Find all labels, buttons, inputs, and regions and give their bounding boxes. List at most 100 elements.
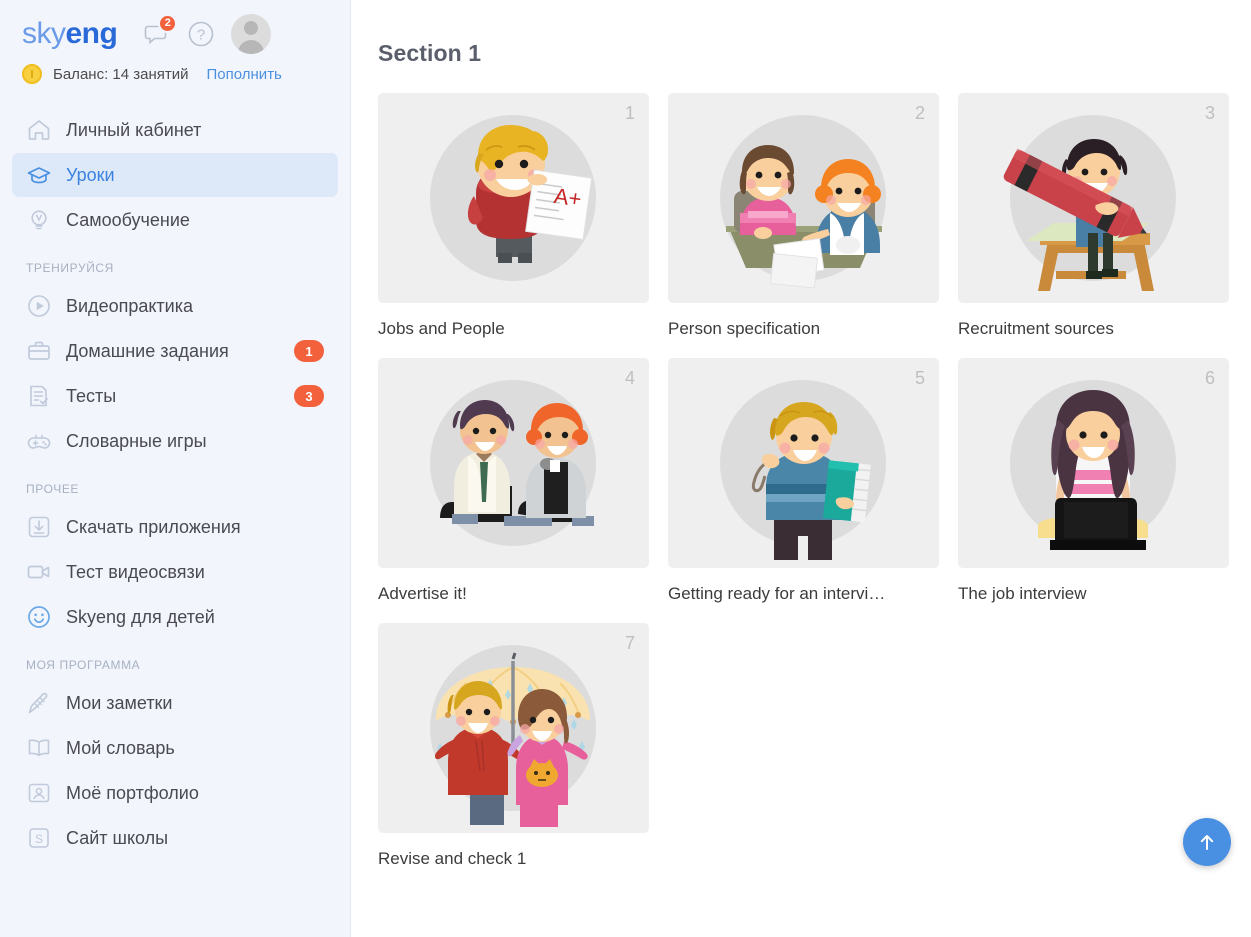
- sidebar-item-label: Мой словарь: [66, 737, 175, 758]
- lesson-card-title[interactable]: Jobs and People: [378, 319, 649, 339]
- lesson-card-number: 6: [1204, 368, 1215, 388]
- two-women-at-desk-interview-illustration: [720, 115, 886, 289]
- sidebar-item-pencil[interactable]: Мои заметки: [12, 681, 338, 725]
- sidebar-item-graduation-cap[interactable]: Уроки: [12, 153, 338, 197]
- sidebar-item-label: Словарные игры: [66, 430, 207, 451]
- sidebar-item-badge: 1: [294, 340, 324, 362]
- sidebar-item-smiley-face[interactable]: Skyeng для детей: [12, 595, 338, 639]
- coin-icon: [22, 64, 42, 84]
- svg-text:S: S: [35, 832, 43, 846]
- header-icons: 2 ?: [139, 14, 272, 54]
- sidebar-section-title: ПРОЧЕЕ: [26, 482, 80, 496]
- briefcase-icon: [26, 338, 52, 364]
- sidebar-nav: Личный кабинет Уроки Самообучение ТРЕНИРУЙС…: [0, 108, 350, 860]
- two-boys-sitting-illustration: [430, 380, 596, 546]
- scroll-to-top-button[interactable]: [1183, 818, 1231, 866]
- lesson-card-thumbnail[interactable]: 3: [958, 93, 1229, 303]
- sidebar-item-briefcase[interactable]: Домашние задания 1: [12, 329, 338, 373]
- lesson-card-title[interactable]: Advertise it!: [378, 584, 649, 604]
- sidebar-item-label: Тест видеосвязи: [66, 561, 205, 582]
- lesson-card[interactable]: 5 Getting ready for an intervi…: [668, 358, 939, 604]
- chat-icon-button[interactable]: 2: [139, 14, 178, 50]
- boy-drawing-with-big-pencil-illustration: [1003, 115, 1176, 291]
- page-title: Section 1: [378, 40, 482, 66]
- sidebar-item-label: Уроки: [66, 164, 115, 185]
- lesson-card-thumbnail[interactable]: 6: [958, 358, 1229, 568]
- girl-with-laptop-illustration: [1010, 380, 1176, 550]
- sidebar-item-skyeng-site[interactable]: S Сайт школы: [12, 816, 338, 860]
- lesson-card-number: 4: [624, 368, 635, 388]
- video-camera-icon: [26, 559, 52, 585]
- sidebar-item-lightbulb[interactable]: Самообучение: [12, 198, 338, 242]
- sidebar-item-label: Мои заметки: [66, 692, 173, 713]
- app-root: skyeng 2 ? Баланс: 14 занятий Пополнить …: [0, 0, 1251, 937]
- lesson-card-thumbnail[interactable]: 5: [668, 358, 939, 568]
- home-icon: [26, 117, 52, 143]
- sidebar-item-open-book[interactable]: Мой словарь: [12, 726, 338, 770]
- lesson-card-grid: A+ 1 Jobs and People 2 Person specificatio…: [378, 93, 1251, 869]
- main-content: Section 1 A+ 1 Jobs and People 2 Person …: [351, 0, 1251, 937]
- lesson-card-number: 7: [624, 633, 635, 653]
- help-icon: ?: [189, 21, 214, 47]
- balance-row: Баланс: 14 занятий Пополнить: [0, 56, 350, 84]
- balance-label: Баланс: 14 занятий: [53, 65, 189, 83]
- sidebar-item-checklist[interactable]: Тесты 3: [12, 374, 338, 418]
- checklist-icon: [26, 383, 52, 409]
- lesson-card-thumbnail[interactable]: 7: [378, 623, 649, 833]
- lesson-card-title[interactable]: The job interview: [958, 584, 1229, 604]
- logo-part-sky: sky: [22, 17, 66, 50]
- lesson-card[interactable]: 2 Person specification: [668, 93, 939, 339]
- topup-link[interactable]: Пополнить: [207, 66, 282, 83]
- lesson-card-number: 2: [914, 103, 925, 123]
- lesson-card-thumbnail[interactable]: 2: [668, 93, 939, 303]
- chat-unread-badge: 2: [158, 14, 178, 33]
- graduation-cap-icon: [26, 162, 52, 188]
- sidebar-item-gamepad[interactable]: Словарные игры: [12, 419, 338, 463]
- sidebar-item-label: Домашние задания: [66, 340, 229, 361]
- brand-row: skyeng 2 ?: [0, 0, 350, 56]
- sidebar-item-label: Тесты: [66, 385, 117, 406]
- lightbulb-icon: [26, 207, 52, 233]
- sidebar-item-download[interactable]: Скачать приложения: [12, 505, 338, 549]
- arrow-up-icon: [1200, 835, 1214, 850]
- skyeng-logo[interactable]: skyeng: [22, 17, 118, 50]
- sidebar-item-label: Скачать приложения: [66, 516, 241, 537]
- sidebar-item-play-circle[interactable]: Видеопрактика: [12, 284, 338, 328]
- lesson-card[interactable]: 4 Advertise it!: [378, 358, 649, 604]
- help-icon-button[interactable]: ?: [185, 18, 217, 50]
- download-icon: [26, 514, 52, 540]
- sidebar-section-title: МОЯ ПРОГРАММА: [26, 658, 141, 672]
- lesson-card-title[interactable]: Recruitment sources: [958, 319, 1229, 339]
- open-book-icon: [26, 735, 52, 761]
- sidebar-item-label: Видеопрактика: [66, 295, 194, 316]
- sidebar-item-label: Skyeng для детей: [66, 606, 215, 627]
- logo-part-eng: eng: [65, 17, 118, 50]
- portfolio-icon: [26, 780, 52, 806]
- lesson-card-number: 5: [914, 368, 925, 388]
- avatar[interactable]: [231, 14, 272, 54]
- sidebar-item-portfolio[interactable]: Моё портфолио: [12, 771, 338, 815]
- sidebar: skyeng 2 ? Баланс: 14 занятий Пополнить …: [0, 0, 351, 937]
- skyeng-site-icon: S: [26, 825, 52, 851]
- sidebar-item-badge: 3: [294, 385, 324, 407]
- play-circle-icon: [26, 293, 52, 319]
- sidebar-item-home[interactable]: Личный кабинет: [12, 108, 338, 152]
- two-kids-under-umbrella-illustration: [430, 645, 596, 827]
- lesson-card[interactable]: A+ 1 Jobs and People: [378, 93, 649, 339]
- sidebar-item-label: Сайт школы: [66, 827, 169, 848]
- lesson-card[interactable]: 3 Recruitment sources: [958, 93, 1229, 339]
- pencil-icon: [26, 690, 52, 716]
- lesson-card[interactable]: 6 The job interview: [958, 358, 1229, 604]
- lesson-card-number: 1: [624, 103, 635, 123]
- sidebar-item-label: Самообучение: [66, 209, 190, 230]
- lesson-card[interactable]: 7 Revise and check 1: [378, 623, 649, 869]
- sidebar-item-video-camera[interactable]: Тест видеосвязи: [12, 550, 338, 594]
- lesson-card-title[interactable]: Person specification: [668, 319, 939, 339]
- lesson-card-title[interactable]: Getting ready for an intervi…: [668, 584, 939, 604]
- lesson-card-thumbnail[interactable]: 4: [378, 358, 649, 568]
- gamepad-icon: [26, 428, 52, 454]
- lesson-card-thumbnail[interactable]: A+ 1: [378, 93, 649, 303]
- sidebar-section-title: ТРЕНИРУЙСЯ: [26, 261, 114, 275]
- svg-text:?: ?: [197, 27, 205, 44]
- lesson-card-title[interactable]: Revise and check 1: [378, 849, 649, 869]
